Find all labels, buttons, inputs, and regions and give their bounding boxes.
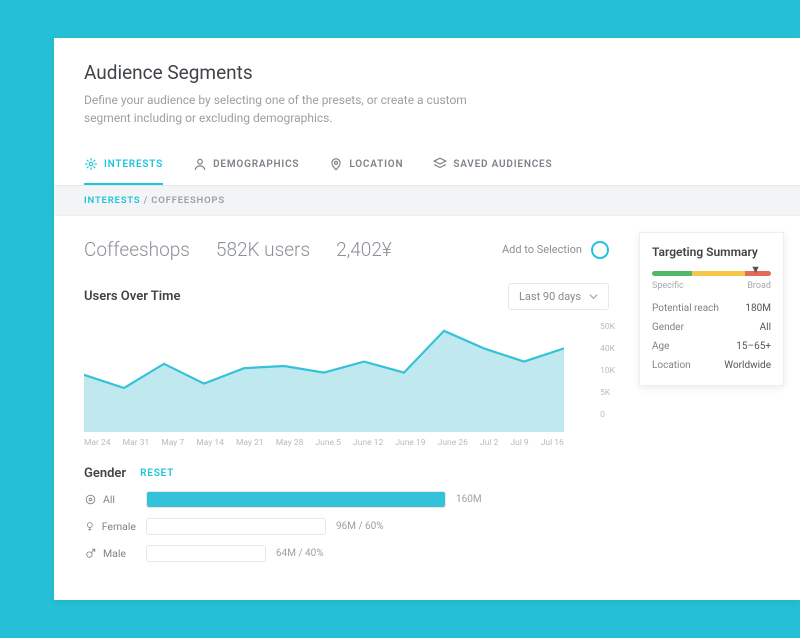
header: Audience Segments Define your audience b…: [54, 38, 800, 141]
gender-label: Female: [102, 520, 136, 533]
male-icon: [84, 547, 97, 560]
gender-reset-button[interactable]: RESET: [140, 468, 174, 479]
location-icon: [329, 157, 343, 171]
female-icon: [84, 520, 96, 533]
summary-row: GenderAll: [652, 322, 771, 333]
tab-label: DEMOGRAPHICS: [213, 159, 299, 170]
tab-label: SAVED AUDIENCES: [453, 159, 552, 170]
specificity-marker-icon: ▼: [750, 263, 761, 276]
ytick: 40K: [600, 344, 615, 354]
stats-row: Coffeeshops 582K users 2,402¥ Add to Sel…: [84, 238, 609, 261]
segment-cost: 2,402¥: [336, 238, 392, 261]
breadcrumb-leaf: COFFEESHOPS: [151, 195, 225, 206]
tab-label: INTERESTS: [104, 159, 163, 170]
time-range-dropdown[interactable]: Last 90 days: [508, 283, 609, 310]
xtick: May 7: [161, 438, 184, 448]
segment-users: 582K users: [216, 238, 310, 261]
specific-label: Specific: [652, 281, 684, 291]
all-icon: [84, 493, 97, 506]
gender-value: 160M: [456, 494, 482, 505]
tab-demographics[interactable]: DEMOGRAPHICS: [193, 147, 299, 185]
gender-row-female[interactable]: Female 96M / 60%: [84, 518, 609, 535]
broad-label: Broad: [747, 281, 771, 291]
xtick: Jul 2: [480, 438, 498, 448]
xtick: May 28: [276, 438, 304, 448]
ytick: 0: [600, 410, 615, 420]
gender-title: Gender: [84, 466, 126, 481]
specificity-bar: ▼ Specific Broad: [652, 271, 771, 291]
summary-title: Targeting Summary: [652, 245, 771, 259]
xtick: May 14: [196, 438, 224, 448]
tab-location[interactable]: LOCATION: [329, 147, 403, 185]
ytick: 10K: [600, 366, 615, 376]
ring-icon: [591, 241, 609, 259]
gender-label: Male: [103, 547, 126, 560]
gender-section: Gender RESET All 160M Female 96M / 60% M…: [84, 466, 609, 562]
tab-saved-audiences[interactable]: SAVED AUDIENCES: [433, 147, 552, 185]
xtick: June 5: [315, 438, 340, 448]
xtick: Mar 24: [84, 438, 111, 448]
ytick: 5K: [600, 388, 615, 398]
summary-row: Potential reach180M: [652, 303, 771, 314]
xtick: June 19: [395, 438, 425, 448]
interests-icon: [84, 157, 98, 171]
chart-title: Users Over Time: [84, 289, 180, 304]
users-over-time-chart: 50K40K10K5K0 Mar 24Mar 31May 7May 14May …: [84, 322, 609, 448]
time-range-label: Last 90 days: [519, 290, 581, 303]
gender-label: All: [103, 493, 115, 506]
gender-value: 64M / 40%: [276, 548, 324, 559]
saved-icon: [433, 157, 447, 171]
targeting-summary: Targeting Summary ▼ Specific Broad Poten…: [639, 232, 784, 386]
breadcrumb: INTERESTS / COFFEESHOPS: [54, 186, 800, 216]
add-to-selection-button[interactable]: Add to Selection: [502, 241, 609, 259]
tab-label: LOCATION: [349, 159, 403, 170]
page-subtitle: Define your audience by selecting one of…: [84, 91, 504, 127]
page-title: Audience Segments: [84, 61, 770, 84]
xtick: June 12: [353, 438, 383, 448]
tabs: INTERESTS DEMOGRAPHICS LOCATION SAVED AU…: [54, 147, 800, 186]
chevron-down-icon: [589, 292, 598, 301]
breadcrumb-root[interactable]: INTERESTS: [84, 195, 140, 206]
demographics-icon: [193, 157, 207, 171]
summary-row: LocationWorldwide: [652, 360, 771, 371]
audience-segments-panel: Audience Segments Define your audience b…: [54, 38, 800, 600]
xtick: May 21: [236, 438, 264, 448]
gender-row-male[interactable]: Male 64M / 40%: [84, 545, 609, 562]
xtick: Jul 9: [510, 438, 528, 448]
gender-row-all[interactable]: All 160M: [84, 491, 609, 508]
tab-interests[interactable]: INTERESTS: [84, 147, 163, 185]
ytick: 50K: [600, 322, 615, 332]
xtick: June 26: [438, 438, 468, 448]
gender-value: 96M / 60%: [336, 521, 384, 532]
xtick: Mar 31: [123, 438, 150, 448]
xtick: Jul 16: [541, 438, 564, 448]
segment-name: Coffeeshops: [84, 238, 190, 261]
summary-row: Age15–65+: [652, 341, 771, 352]
add-to-selection-label: Add to Selection: [502, 243, 582, 256]
